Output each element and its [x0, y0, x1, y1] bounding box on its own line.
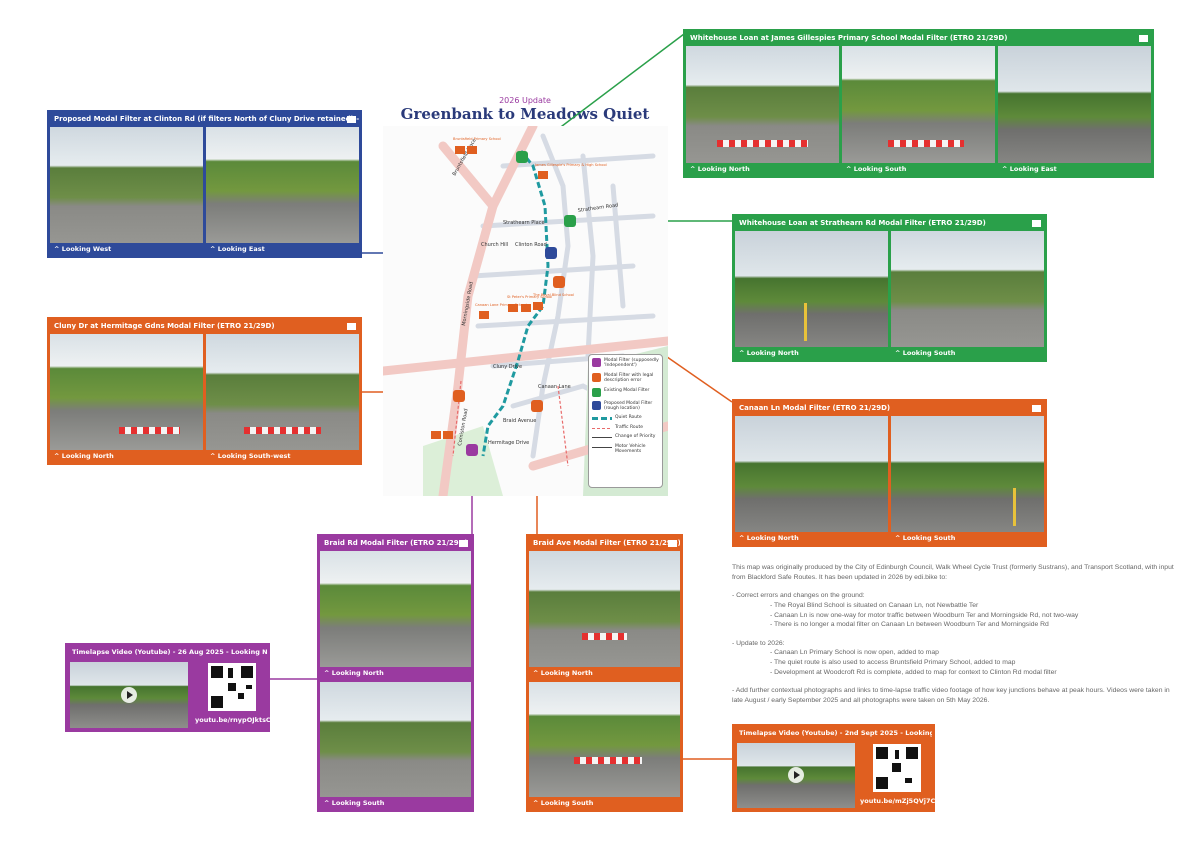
note-item: - Development at Woodcroft Rd is complet…: [770, 668, 1057, 676]
note-intro: This map was originally produced by the …: [732, 564, 1174, 581]
panel-header: Whitehouse Loan at Strathearn Rd Modal F…: [735, 217, 1044, 231]
legend-item: Motor Vehicle Movements: [592, 444, 659, 455]
note-item: - The quiet route is also used to access…: [770, 659, 1016, 667]
photo-looking-north: ^ Looking North: [529, 551, 680, 679]
panel-header: Canaan Ln Modal Filter (ETRO 21/29D): [735, 402, 1044, 416]
legend-item: Traffic Route: [592, 425, 659, 430]
map-legend: Modal Filter (supposedly 'Independent') …: [588, 354, 663, 488]
filter-marker-braid-rd: [466, 444, 478, 456]
video-thumbnail[interactable]: [70, 662, 188, 728]
panel-header: Timelapse Video (Youtube) - 26 Aug 2025 …: [72, 648, 267, 656]
panel-header: Whitehouse Loan at James Gillespies Prim…: [686, 32, 1151, 46]
legend-item: Modal Filter (supposedly 'Independent'): [592, 358, 659, 369]
note-item: - There is no longer a modal filter on C…: [770, 621, 1049, 629]
filter-marker-clinton: [545, 247, 557, 259]
svg-text:James Gillespie's Primary & Hi: James Gillespie's Primary & High School: [534, 163, 607, 167]
panel-cluny-filter: Cluny Dr at Hermitage Gdns Modal Filter …: [47, 317, 362, 465]
explanatory-note: This map was originally produced by the …: [732, 563, 1182, 706]
photo-looking-south-west: ^ Looking South-west: [206, 334, 359, 462]
panel-strathearn-filter: Whitehouse Loan at Strathearn Rd Modal F…: [732, 214, 1047, 362]
tv-icon: [668, 540, 677, 547]
tv-icon: [347, 116, 356, 123]
label-cluny-drive: Cluny Drive: [493, 364, 522, 370]
panel-header: Cluny Dr at Hermitage Gdns Modal Filter …: [50, 320, 359, 334]
panel-timelapse-1: Timelapse Video (Youtube) - 26 Aug 2025 …: [65, 643, 276, 732]
panel-header: Timelapse Video (Youtube) - 2nd Sept 202…: [739, 729, 932, 737]
panel-braid-rd-filter: Braid Rd Modal Filter (ETRO 21/29D) ^ Lo…: [317, 534, 474, 812]
panel-gillespies-filter: Whitehouse Loan at James Gillespies Prim…: [683, 29, 1154, 178]
photo-looking-south: ^ Looking South: [891, 416, 1044, 544]
panel-header: Braid Ave Modal Filter (ETRO 21/29D): [533, 539, 680, 547]
panel-timelapse-2: Timelapse Video (Youtube) - 2nd Sept 202…: [732, 724, 945, 812]
panel-braid-ave-filter: Braid Ave Modal Filter (ETRO 21/29D) ^ L…: [526, 534, 683, 812]
tv-icon: [347, 323, 356, 330]
panel-canaan-filter: Canaan Ln Modal Filter (ETRO 21/29D) ^ L…: [732, 399, 1047, 547]
panel-clinton-filter: Proposed Modal Filter at Clinton Rd (if …: [47, 110, 362, 258]
video-link[interactable]: youtu.be/mZj5QVj7CeU: [860, 797, 945, 805]
video-thumbnail[interactable]: [737, 743, 855, 808]
label-braid-avenue: Braid Avenue: [503, 418, 536, 424]
tv-icon: [459, 540, 468, 547]
photo-looking-east: ^ Looking East: [998, 46, 1151, 175]
photo-looking-east: ^ Looking East: [206, 127, 359, 255]
svg-text:Bruntsfield Primary School: Bruntsfield Primary School: [453, 137, 501, 141]
photo-looking-south: ^ Looking South: [842, 46, 995, 175]
photo-looking-south: ^ Looking South: [891, 231, 1044, 359]
play-icon[interactable]: [788, 767, 804, 783]
label-clinton-road: Clinton Road: [515, 242, 547, 248]
note-item: - Canaan Ln is now one-way for motor tra…: [770, 611, 1079, 619]
panel-header: Braid Rd Modal Filter (ETRO 21/29D): [324, 539, 468, 547]
label-church-hill: Church Hill: [481, 242, 508, 248]
photo-looking-south: ^ Looking South: [529, 681, 680, 809]
label-strathearn-place: Strathearn Place: [503, 220, 545, 226]
legend-item: Change of Priority: [592, 434, 659, 439]
note-update-heading: - Update to 2026:: [732, 639, 785, 647]
filter-marker-gillespies: [516, 151, 528, 163]
photo-looking-north: ^ Looking North: [735, 416, 888, 544]
note-correct-heading: - Correct errors and changes on the grou…: [732, 592, 865, 600]
photo-looking-north: ^ Looking North: [686, 46, 839, 175]
note-item: - Canaan Ln Primary School is now open, …: [770, 649, 939, 657]
tv-icon: [1032, 220, 1041, 227]
filter-marker-braid-ave: [531, 400, 543, 412]
photo-looking-north: ^ Looking North: [320, 551, 471, 679]
note-item: - The Royal Blind School is situated on …: [770, 601, 979, 609]
panel-header: Proposed Modal Filter at Clinton Rd (if …: [54, 115, 359, 123]
legend-item: Quiet Route: [592, 415, 659, 421]
legend-item: Proposed Modal Filter (rough location): [592, 400, 659, 412]
filter-marker-canaan: [553, 276, 565, 288]
tv-icon: [1139, 35, 1148, 42]
video-link[interactable]: youtu.be/rnypOJktsCA: [195, 716, 276, 724]
svg-text:Canaan Lane Primary School: Canaan Lane Primary School: [475, 303, 527, 307]
photo-looking-north: ^ Looking North: [735, 231, 888, 359]
svg-text:The Royal Blind School: The Royal Blind School: [532, 293, 574, 297]
qr-code-icon: [208, 663, 256, 711]
photo-looking-north: ^ Looking North: [50, 334, 203, 462]
legend-item: Modal Filter with legal description erro…: [592, 372, 659, 384]
label-canaan-lane: Canaan Lane: [538, 384, 571, 390]
tv-icon: [1032, 405, 1041, 412]
legend-item: Existing Modal Filter: [592, 387, 659, 397]
photo-looking-west: ^ Looking West: [50, 127, 203, 255]
note-add: - Add further contextual photographs and…: [732, 687, 1170, 705]
filter-marker-cluny: [453, 390, 465, 402]
label-hermitage-drive: Hermitage Drive: [488, 440, 529, 446]
play-icon[interactable]: [121, 687, 137, 703]
filter-marker-strathearn: [564, 215, 576, 227]
qr-code-icon: [873, 744, 921, 792]
photo-looking-south: ^ Looking South: [320, 681, 471, 809]
